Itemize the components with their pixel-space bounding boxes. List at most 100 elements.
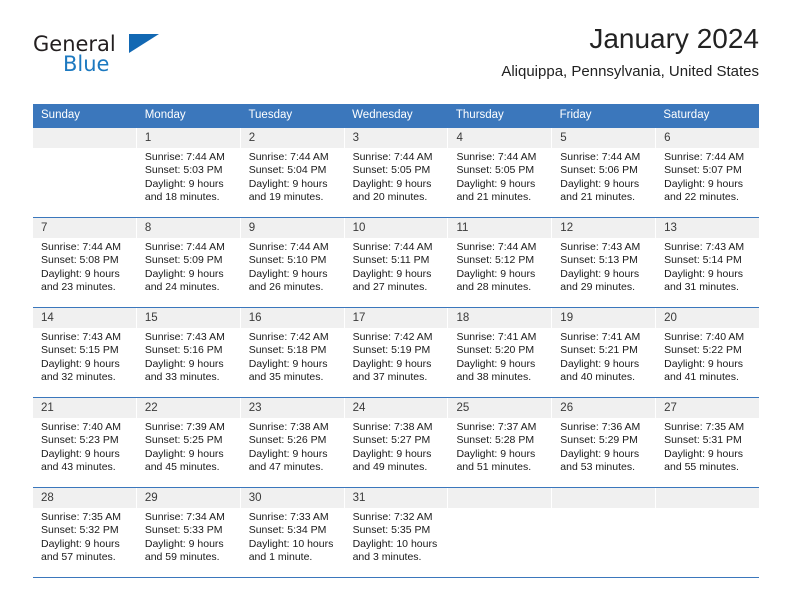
daylight-text-line1: Daylight: 9 hours	[456, 447, 536, 460]
calendar-day-cell[interactable]: 24 Sunrise: 7:38 AM Sunset: 5:27 PM Dayligh…	[344, 398, 449, 487]
daylight-text-line2: and 22 minutes.	[664, 191, 739, 204]
calendar-day-cell[interactable]: 13 Sunrise: 7:43 AM Sunset: 5:14 PM Dayligh…	[656, 218, 760, 307]
sunset-text: Sunset: 5:11 PM	[352, 254, 430, 267]
calendar-day-cell[interactable]: 23 Sunrise: 7:38 AM Sunset: 5:26 PM Dayligh…	[240, 398, 345, 487]
weekday-header-wednesday: Wednesday	[352, 109, 413, 121]
calendar-day-cell[interactable]: 18 Sunrise: 7:41 AM Sunset: 5:20 PM Dayligh…	[448, 308, 553, 397]
calendar-day-cell[interactable]: 22 Sunrise: 7:39 AM Sunset: 5:25 PM Dayligh…	[136, 398, 241, 487]
daylight-text-line1: Daylight: 9 hours	[144, 357, 224, 370]
day-number: 30	[240, 488, 344, 508]
calendar-day-cell-empty	[448, 488, 553, 577]
calendar-day-cell[interactable]: 5 Sunrise: 7:44 AM Sunset: 5:06 PM Daylight…	[552, 128, 657, 217]
sunrise-text: Sunrise: 7:44 AM	[664, 151, 745, 163]
weekday-header-friday: Friday	[559, 109, 592, 121]
day-sun-info: Sunrise: 7:33 AM Sunset: 5:34 PM Daylight:…	[241, 508, 344, 565]
calendar-day-cell[interactable]: 8 Sunrise: 7:44 AM Sunset: 5:09 PM Daylight…	[136, 218, 241, 307]
day-number: 24	[344, 398, 448, 418]
daylight-text-line2: and 21 minutes.	[560, 191, 636, 204]
sunrise-text: Sunrise: 7:42 AM	[248, 331, 329, 343]
day-number: 27	[656, 398, 760, 418]
sunset-text: Sunset: 5:23 PM	[41, 434, 119, 447]
daylight-text-line1: Daylight: 9 hours	[352, 267, 432, 280]
sunrise-text: Sunrise: 7:44 AM	[352, 151, 433, 163]
calendar-day-cell-empty	[33, 128, 137, 217]
calendar-day-cell[interactable]: 25 Sunrise: 7:37 AM Sunset: 5:28 PM Dayligh…	[448, 398, 553, 487]
day-number: 17	[344, 308, 448, 328]
sunset-text: Sunset: 5:26 PM	[248, 434, 327, 447]
daylight-text-line2: and 3 minutes.	[352, 551, 422, 564]
sunrise-text: Sunrise: 7:35 AM	[664, 421, 745, 433]
day-number: 1	[136, 128, 240, 148]
day-sun-info: Sunrise: 7:40 AM Sunset: 5:23 PM Daylight:…	[33, 418, 136, 475]
calendar-day-cell[interactable]: 14 Sunrise: 7:43 AM Sunset: 5:15 PM Dayligh…	[33, 308, 137, 397]
day-number: 10	[344, 218, 448, 238]
calendar-day-cell[interactable]: 30 Sunrise: 7:33 AM Sunset: 5:34 PM Dayligh…	[240, 488, 345, 577]
calendar-day-cell[interactable]: 15 Sunrise: 7:43 AM Sunset: 5:16 PM Dayligh…	[136, 308, 241, 397]
calendar-day-cell[interactable]: 17 Sunrise: 7:42 AM Sunset: 5:19 PM Dayligh…	[344, 308, 449, 397]
calendar-day-cell[interactable]: 28 Sunrise: 7:35 AM Sunset: 5:32 PM Dayligh…	[33, 488, 137, 577]
sunset-text: Sunset: 5:08 PM	[41, 254, 119, 267]
calendar-day-cell[interactable]: 20 Sunrise: 7:40 AM Sunset: 5:22 PM Dayligh…	[656, 308, 760, 397]
daylight-text-line1: Daylight: 9 hours	[41, 267, 120, 280]
sunset-text: Sunset: 5:34 PM	[248, 524, 327, 537]
day-number: 5	[552, 128, 656, 148]
calendar-day-cell[interactable]: 2 Sunrise: 7:44 AM Sunset: 5:04 PM Daylight…	[240, 128, 345, 217]
daylight-text-line2: and 32 minutes.	[41, 371, 116, 384]
calendar-day-cell[interactable]: 12 Sunrise: 7:43 AM Sunset: 5:13 PM Dayligh…	[552, 218, 657, 307]
day-number: 20	[656, 308, 760, 328]
daylight-text-line2: and 53 minutes.	[560, 461, 636, 474]
calendar-day-cell[interactable]: 21 Sunrise: 7:40 AM Sunset: 5:23 PM Dayligh…	[33, 398, 137, 487]
weekday-header-saturday: Saturday	[663, 109, 710, 121]
day-sun-info: Sunrise: 7:42 AM Sunset: 5:18 PM Daylight:…	[241, 328, 344, 385]
calendar-day-cell[interactable]: 31 Sunrise: 7:32 AM Sunset: 5:35 PM Dayligh…	[344, 488, 449, 577]
daylight-text-line2: and 43 minutes.	[41, 461, 116, 474]
calendar-day-cell[interactable]: 7 Sunrise: 7:44 AM Sunset: 5:08 PM Daylight…	[33, 218, 137, 307]
calendar-day-cell[interactable]: 4 Sunrise: 7:44 AM Sunset: 5:05 PM Daylight…	[448, 128, 553, 217]
daylight-text-line2: and 59 minutes.	[144, 551, 220, 564]
day-number: 16	[240, 308, 344, 328]
day-sun-info: Sunrise: 7:34 AM Sunset: 5:33 PM Daylight:…	[137, 508, 240, 565]
calendar-day-cell[interactable]: 3 Sunrise: 7:44 AM Sunset: 5:05 PM Daylight…	[344, 128, 449, 217]
sunset-text: Sunset: 5:15 PM	[41, 344, 119, 357]
day-sun-info: Sunrise: 7:38 AM Sunset: 5:27 PM Daylight:…	[345, 418, 448, 475]
day-number: 26	[552, 398, 656, 418]
sunset-text: Sunset: 5:14 PM	[664, 254, 742, 267]
daylight-text-line1: Daylight: 10 hours	[248, 537, 334, 550]
sunset-text: Sunset: 5:19 PM	[352, 344, 431, 357]
daylight-text-line1: Daylight: 9 hours	[144, 177, 224, 190]
page-title: January 2024	[589, 23, 759, 54]
daylight-text-line2: and 23 minutes.	[41, 281, 116, 294]
daylight-text-line2: and 47 minutes.	[248, 461, 324, 474]
sunrise-text: Sunrise: 7:32 AM	[352, 511, 433, 523]
daylight-text-line2: and 19 minutes.	[248, 191, 324, 204]
sunrise-text: Sunrise: 7:44 AM	[560, 151, 641, 163]
sunrise-text: Sunrise: 7:43 AM	[560, 241, 641, 253]
sunset-text: Sunset: 5:07 PM	[664, 164, 742, 177]
calendar-day-cell[interactable]: 10 Sunrise: 7:44 AM Sunset: 5:11 PM Dayligh…	[344, 218, 449, 307]
sunrise-text: Sunrise: 7:44 AM	[456, 151, 537, 163]
sunrise-text: Sunrise: 7:41 AM	[456, 331, 537, 343]
calendar-day-cell[interactable]: 19 Sunrise: 7:41 AM Sunset: 5:21 PM Dayligh…	[552, 308, 657, 397]
calendar-day-cell[interactable]: 11 Sunrise: 7:44 AM Sunset: 5:12 PM Dayligh…	[448, 218, 553, 307]
daylight-text-line2: and 49 minutes.	[352, 461, 428, 474]
daylight-text-line2: and 35 minutes.	[248, 371, 324, 384]
calendar-day-cell[interactable]: 16 Sunrise: 7:42 AM Sunset: 5:18 PM Dayligh…	[240, 308, 345, 397]
daylight-text-line1: Daylight: 9 hours	[664, 357, 743, 370]
calendar-day-cell[interactable]: 26 Sunrise: 7:36 AM Sunset: 5:29 PM Dayligh…	[552, 398, 657, 487]
day-number: 9	[240, 218, 344, 238]
day-number: 31	[344, 488, 448, 508]
calendar-day-cell[interactable]: 9 Sunrise: 7:44 AM Sunset: 5:10 PM Daylight…	[240, 218, 345, 307]
calendar-day-cell[interactable]: 29 Sunrise: 7:34 AM Sunset: 5:33 PM Dayligh…	[136, 488, 241, 577]
calendar-day-cell[interactable]: 1 Sunrise: 7:44 AM Sunset: 5:03 PM Daylight…	[136, 128, 241, 217]
day-number: 3	[344, 128, 448, 148]
calendar-day-cell[interactable]: 6 Sunrise: 7:44 AM Sunset: 5:07 PM Daylight…	[656, 128, 760, 217]
daylight-text-line2: and 40 minutes.	[560, 371, 636, 384]
sunset-text: Sunset: 5:27 PM	[352, 434, 431, 447]
daylight-text-line1: Daylight: 9 hours	[248, 447, 328, 460]
day-sun-info: Sunrise: 7:32 AM Sunset: 5:35 PM Daylight:…	[345, 508, 448, 565]
sunrise-text: Sunrise: 7:34 AM	[144, 511, 225, 523]
sunrise-text: Sunrise: 7:43 AM	[664, 241, 745, 253]
day-sun-info: Sunrise: 7:43 AM Sunset: 5:16 PM Daylight:…	[137, 328, 240, 385]
day-number: 12	[552, 218, 656, 238]
calendar-day-cell[interactable]: 27 Sunrise: 7:35 AM Sunset: 5:31 PM Dayligh…	[656, 398, 760, 487]
